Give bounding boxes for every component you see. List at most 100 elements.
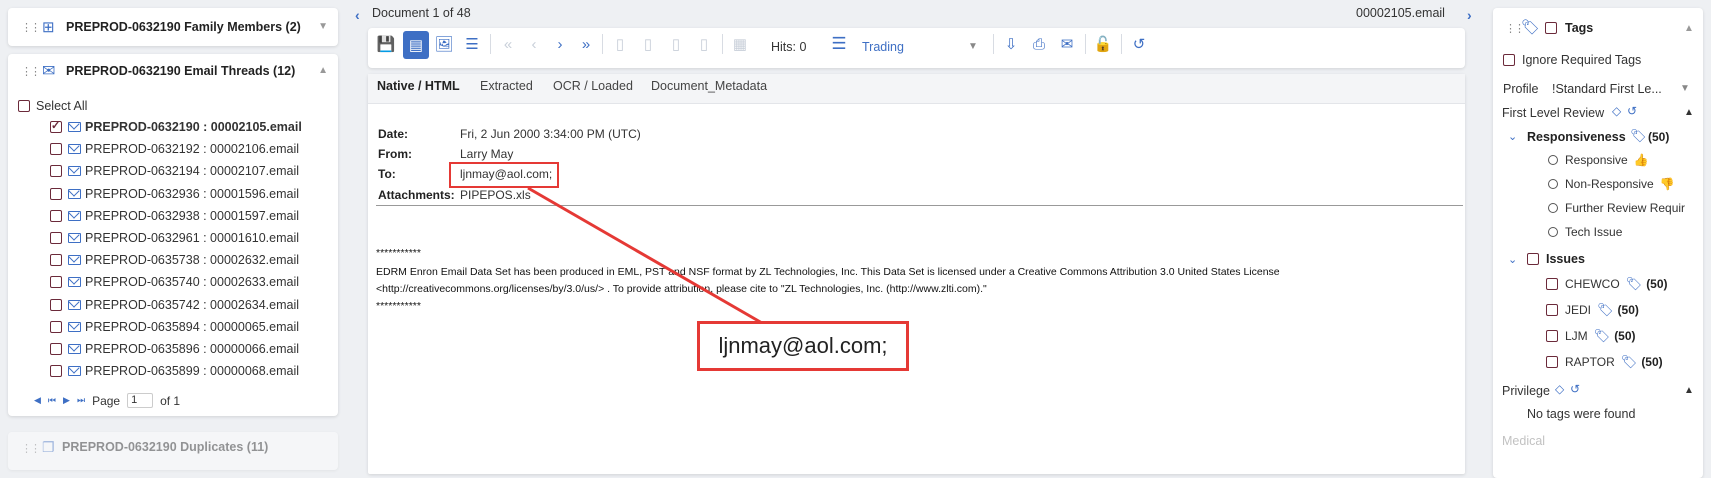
thread-list-item[interactable]: PREPROD-0635742 : 00002634.email [50, 296, 299, 314]
image-view-icon[interactable]: 🖼 [432, 32, 456, 56]
responsiveness-option-label: Further Review Requir [1565, 201, 1686, 215]
thread-list-item[interactable]: PREPROD-0635738 : 00002632.email [50, 251, 299, 269]
chevron-down-icon[interactable]: ▼ [1680, 83, 1690, 94]
last-page-icon[interactable]: ⏭ [77, 395, 85, 406]
chevron-up-icon[interactable]: ▲ [1684, 107, 1694, 118]
viewer-tab[interactable]: Native / HTML [377, 79, 460, 93]
thread-list-item[interactable]: PREPROD-0635740 : 00002633.email [50, 273, 299, 291]
thread-list-item[interactable]: PREPROD-0632190 : 00002105.email [50, 118, 302, 136]
chevron-up-icon[interactable]: ▲ [318, 65, 328, 76]
table-icon[interactable]: ▦ [728, 32, 752, 56]
thread-list-item[interactable]: PREPROD-0632938 : 00001597.email [50, 207, 299, 225]
viewer-tab[interactable]: OCR / Loaded [553, 79, 633, 93]
thread-item-checkbox[interactable] [50, 119, 62, 133]
thread-item-checkbox[interactable] [50, 165, 62, 178]
page-input[interactable]: 1 [127, 393, 154, 408]
ignore-required-checkbox[interactable] [1503, 54, 1515, 66]
issue-tag-item[interactable]: CHEWCO 🏷 (50) [1546, 276, 1668, 292]
viewer-tab[interactable]: Extracted [480, 79, 533, 93]
thread-item-checkbox[interactable] [50, 320, 62, 333]
thread-item-checkbox[interactable] [50, 187, 62, 200]
select-all-checkbox[interactable] [18, 100, 30, 112]
privilege-label: Privilege [1502, 384, 1550, 398]
undo-icon[interactable]: ↺ [1627, 104, 1637, 118]
list-select[interactable]: Trading [862, 40, 904, 54]
issue-tag-item[interactable]: LJM 🏷 (50) [1546, 328, 1636, 344]
email-icon[interactable]: ✉ [1055, 32, 1079, 56]
responsiveness-option[interactable]: Responsive 👍 [1548, 153, 1649, 167]
thread-list-item[interactable]: PREPROD-0635896 : 00000066.email [50, 340, 299, 358]
unlock-icon[interactable]: 🔓 [1091, 32, 1115, 56]
chevron-down-icon[interactable]: ▼ [318, 21, 328, 32]
thread-list-item[interactable]: PREPROD-0632936 : 00001596.email [50, 185, 299, 203]
native-view-icon[interactable]: ▤ [403, 31, 429, 59]
chevron-down-icon[interactable]: ⌄ [1508, 130, 1517, 143]
issue-checkbox[interactable] [1546, 278, 1558, 290]
thread-item-checkbox[interactable] [50, 343, 62, 355]
chevron-down-icon[interactable]: ⌄ [1508, 253, 1517, 266]
thread-item-checkbox[interactable] [50, 365, 62, 378]
history-icon[interactable]: ↺ [1127, 32, 1151, 56]
chevron-up-icon[interactable]: ▲ [1684, 385, 1694, 396]
issue-checkbox[interactable] [1546, 304, 1558, 316]
radio-button[interactable] [1548, 203, 1558, 213]
tags-select-checkbox[interactable] [1545, 22, 1557, 34]
thread-item-checkbox[interactable] [50, 298, 62, 311]
radio-button[interactable] [1548, 179, 1558, 189]
first-page-icon[interactable]: ⏮ [48, 395, 56, 406]
radio-button[interactable] [1548, 155, 1558, 165]
doc-last-icon[interactable]: ▯ [692, 32, 716, 56]
thread-list-item[interactable]: PREPROD-0635899 : 00000068.email [50, 362, 299, 380]
envelope-icon [68, 277, 81, 288]
thread-item-label: PREPROD-0632936 : 00001596.email [85, 186, 300, 201]
drag-handle-icon[interactable]: ⋮⋮ [21, 21, 41, 34]
download-icon[interactable]: ⇩ [999, 32, 1023, 56]
thread-item-checkbox[interactable] [50, 254, 62, 267]
responsiveness-option[interactable]: Further Review Requir [1548, 201, 1685, 215]
viewer-tab[interactable]: Document_Metadata [651, 79, 767, 93]
clear-tags-icon[interactable]: ◇ [1612, 104, 1621, 118]
prev-document-icon[interactable]: ‹ [355, 7, 360, 23]
next-icon[interactable]: ▶ [63, 395, 70, 406]
drag-handle-icon[interactable]: ⋮⋮ [21, 65, 41, 78]
issue-checkbox[interactable] [1546, 356, 1558, 368]
doc-first-icon[interactable]: ▯ [608, 32, 632, 56]
first-icon[interactable]: « [496, 32, 520, 56]
responsiveness-option[interactable]: Tech Issue [1548, 225, 1622, 239]
undo-icon[interactable]: ↺ [1570, 382, 1580, 396]
thread-item-checkbox[interactable] [50, 209, 62, 222]
thread-item-checkbox[interactable] [50, 143, 62, 156]
issues-checkbox[interactable] [1527, 253, 1539, 265]
drag-handle-icon[interactable]: ⋮⋮ [21, 442, 41, 455]
chevron-down-icon[interactable]: ▼ [968, 41, 978, 52]
list-view-icon[interactable]: ☰ [460, 32, 484, 56]
radio-button[interactable] [1548, 227, 1558, 237]
thread-item-checkbox[interactable] [50, 276, 62, 289]
next-document-icon[interactable]: › [1467, 7, 1472, 23]
issue-tag-item[interactable]: RAPTOR 🏷 (50) [1546, 354, 1663, 370]
save-icon[interactable]: 💾 [374, 32, 398, 56]
doc-next-icon[interactable]: ▯ [664, 32, 688, 56]
profile-select[interactable]: !Standard First Le... [1552, 82, 1662, 96]
doc-prev-icon[interactable]: ▯ [636, 32, 660, 56]
attachments-value[interactable]: PIPEPOS.xls [460, 188, 531, 202]
back-icon[interactable]: ‹ [522, 32, 546, 56]
prev-icon[interactable]: ◀ [34, 395, 41, 406]
select-all-row[interactable]: Select All [18, 99, 87, 113]
issue-tag-item[interactable]: JEDI 🏷 (50) [1546, 302, 1639, 318]
ignore-required-row[interactable]: Ignore Required Tags [1503, 53, 1641, 67]
print-icon[interactable]: ⎙ [1027, 32, 1051, 56]
thread-list-item[interactable]: PREPROD-0632194 : 00002107.email [50, 162, 299, 180]
drag-handle-icon[interactable]: ⋮⋮ [1505, 22, 1525, 35]
thread-list-item[interactable]: PREPROD-0632192 : 00002106.email [50, 140, 299, 158]
chevron-up-icon[interactable]: ▲ [1684, 23, 1694, 34]
last-icon[interactable]: » [574, 32, 598, 56]
bullet-list-icon[interactable]: ☰ [827, 32, 851, 56]
issue-checkbox[interactable] [1546, 330, 1558, 342]
forward-icon[interactable]: › [548, 32, 572, 56]
responsiveness-option[interactable]: Non-Responsive 👎 [1548, 177, 1675, 191]
thread-list-item[interactable]: PREPROD-0632961 : 00001610.email [50, 229, 299, 247]
thread-list-item[interactable]: PREPROD-0635894 : 00000065.email [50, 318, 299, 336]
clear-tags-icon[interactable]: ◇ [1555, 382, 1564, 396]
thread-item-checkbox[interactable] [50, 232, 62, 244]
